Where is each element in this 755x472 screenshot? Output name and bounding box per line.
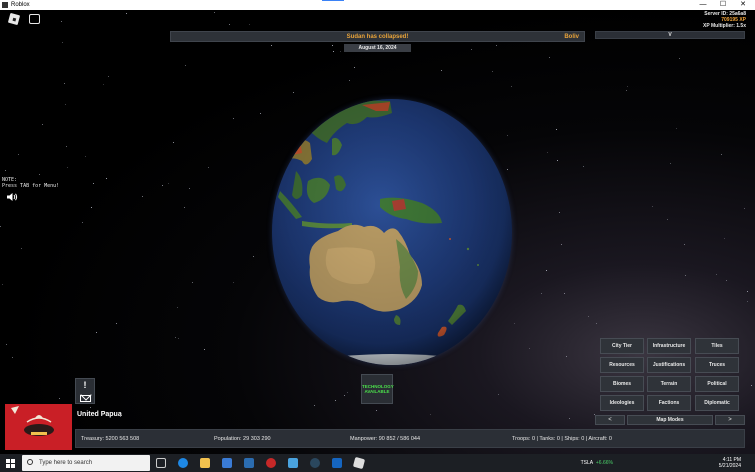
opera-icon[interactable] xyxy=(266,458,276,468)
server-info: Server ID: 25a6a8 709195 XP XP Multiplie… xyxy=(703,11,746,29)
stock-ticker[interactable]: TSLA +6.66% xyxy=(581,454,613,472)
windows-start-icon[interactable] xyxy=(6,459,15,468)
xp-multiplier: XP Multiplier: 1.5x xyxy=(703,23,746,29)
military-stat: Troops: 0 | Tanks: 0 | Ships: 0 | Aircra… xyxy=(512,436,612,442)
close-button[interactable]: ✕ xyxy=(733,0,753,10)
menu-note: NOTE: Press TAB for Menu! xyxy=(2,177,59,189)
stats-bar: Treasury: 5200 563 508 Population: 29 30… xyxy=(75,429,745,448)
file-explorer-icon[interactable] xyxy=(200,458,210,468)
map-mode-button[interactable]: Truces xyxy=(695,357,739,373)
roblox-taskbar-icon[interactable] xyxy=(352,456,366,470)
taskbar-search-input[interactable]: Type here to search xyxy=(22,455,150,471)
steam-icon[interactable] xyxy=(310,458,320,468)
note-text: Press TAB for Menu! xyxy=(2,183,60,189)
population-stat: Population: 29 303 290 xyxy=(214,436,271,442)
country-flag[interactable] xyxy=(5,404,72,450)
country-name: United Papua xyxy=(77,411,122,418)
outlook-icon[interactable] xyxy=(332,458,342,468)
search-icon xyxy=(27,459,33,465)
treasury-stat: Treasury: 5200 563 508 xyxy=(81,436,140,442)
task-view-icon[interactable] xyxy=(156,458,166,468)
roblox-menu-icon[interactable] xyxy=(7,12,21,26)
map-mode-button[interactable]: Diplomatic xyxy=(695,395,739,411)
map-modes-prev-button[interactable]: < xyxy=(595,415,625,425)
world-globe[interactable] xyxy=(272,99,512,365)
news-bar: Sudan has collapsed! Boliv xyxy=(170,31,585,42)
search-placeholder: Type here to search xyxy=(39,460,93,466)
mail-app-icon[interactable] xyxy=(244,458,254,468)
roblox-app-icon xyxy=(2,2,8,8)
map-mode-button[interactable]: Justifications xyxy=(647,357,691,373)
globe-landmasses xyxy=(272,99,512,365)
map-mode-button[interactable]: Resources xyxy=(600,357,644,373)
ticker-change: +6.66% xyxy=(595,460,613,466)
map-modes-bar: < Map Modes > xyxy=(595,415,745,425)
titlebar-accent xyxy=(322,0,344,1)
tech-label-line2: AVAILABLE xyxy=(364,389,390,394)
alerts-button[interactable]: ! xyxy=(75,378,95,404)
map-mode-button[interactable]: Factions xyxy=(647,395,691,411)
chat-icon[interactable] xyxy=(29,14,40,24)
game-viewport[interactable]: Roblox — ☐ ✕ Server ID: 25a6a8 709195 XP… xyxy=(0,0,755,472)
window-title: Roblox xyxy=(11,2,30,8)
map-mode-button[interactable]: Infrastructure xyxy=(647,338,691,354)
map-modes-next-button[interactable]: > xyxy=(715,415,745,425)
windows-taskbar: Type here to search TSLA +6.66% 4:11 PM … xyxy=(0,454,755,472)
edge-icon[interactable] xyxy=(178,458,188,468)
speaker-icon[interactable] xyxy=(6,192,18,202)
map-mode-button[interactable]: Terrain xyxy=(647,376,691,392)
news-message: Sudan has collapsed! xyxy=(346,34,409,40)
map-mode-button[interactable]: Political xyxy=(695,376,739,392)
maximize-button[interactable]: ☐ xyxy=(713,0,733,10)
flag-emblem xyxy=(11,406,54,436)
top-right-dropdown[interactable]: V xyxy=(595,31,745,39)
map-mode-button[interactable]: Tiles xyxy=(695,338,739,354)
taskbar-clock[interactable]: 4:11 PM 5/21/2024 xyxy=(719,457,741,469)
map-mode-button[interactable]: City Tier xyxy=(600,338,644,354)
app-icon[interactable] xyxy=(288,458,298,468)
mail-icon xyxy=(80,395,91,402)
minimize-button[interactable]: — xyxy=(693,0,713,10)
store-icon[interactable] xyxy=(222,458,232,468)
map-modes-label: Map Modes xyxy=(627,415,713,425)
game-date: August 16, 2024 xyxy=(344,44,411,52)
map-mode-button[interactable]: Biomes xyxy=(600,376,644,392)
ticker-symbol: TSLA xyxy=(580,460,594,466)
window-titlebar: Roblox — ☐ ✕ xyxy=(0,0,755,10)
map-mode-button[interactable]: Ideologies xyxy=(600,395,644,411)
technology-available-button[interactable]: TECHNOLOGY AVAILABLE xyxy=(361,374,394,404)
news-ticker-text: Boliv xyxy=(564,34,579,40)
clock-date: 5/21/2024 xyxy=(718,463,741,469)
manpower-stat: Manpower: 90 852 / 586 044 xyxy=(350,436,421,442)
